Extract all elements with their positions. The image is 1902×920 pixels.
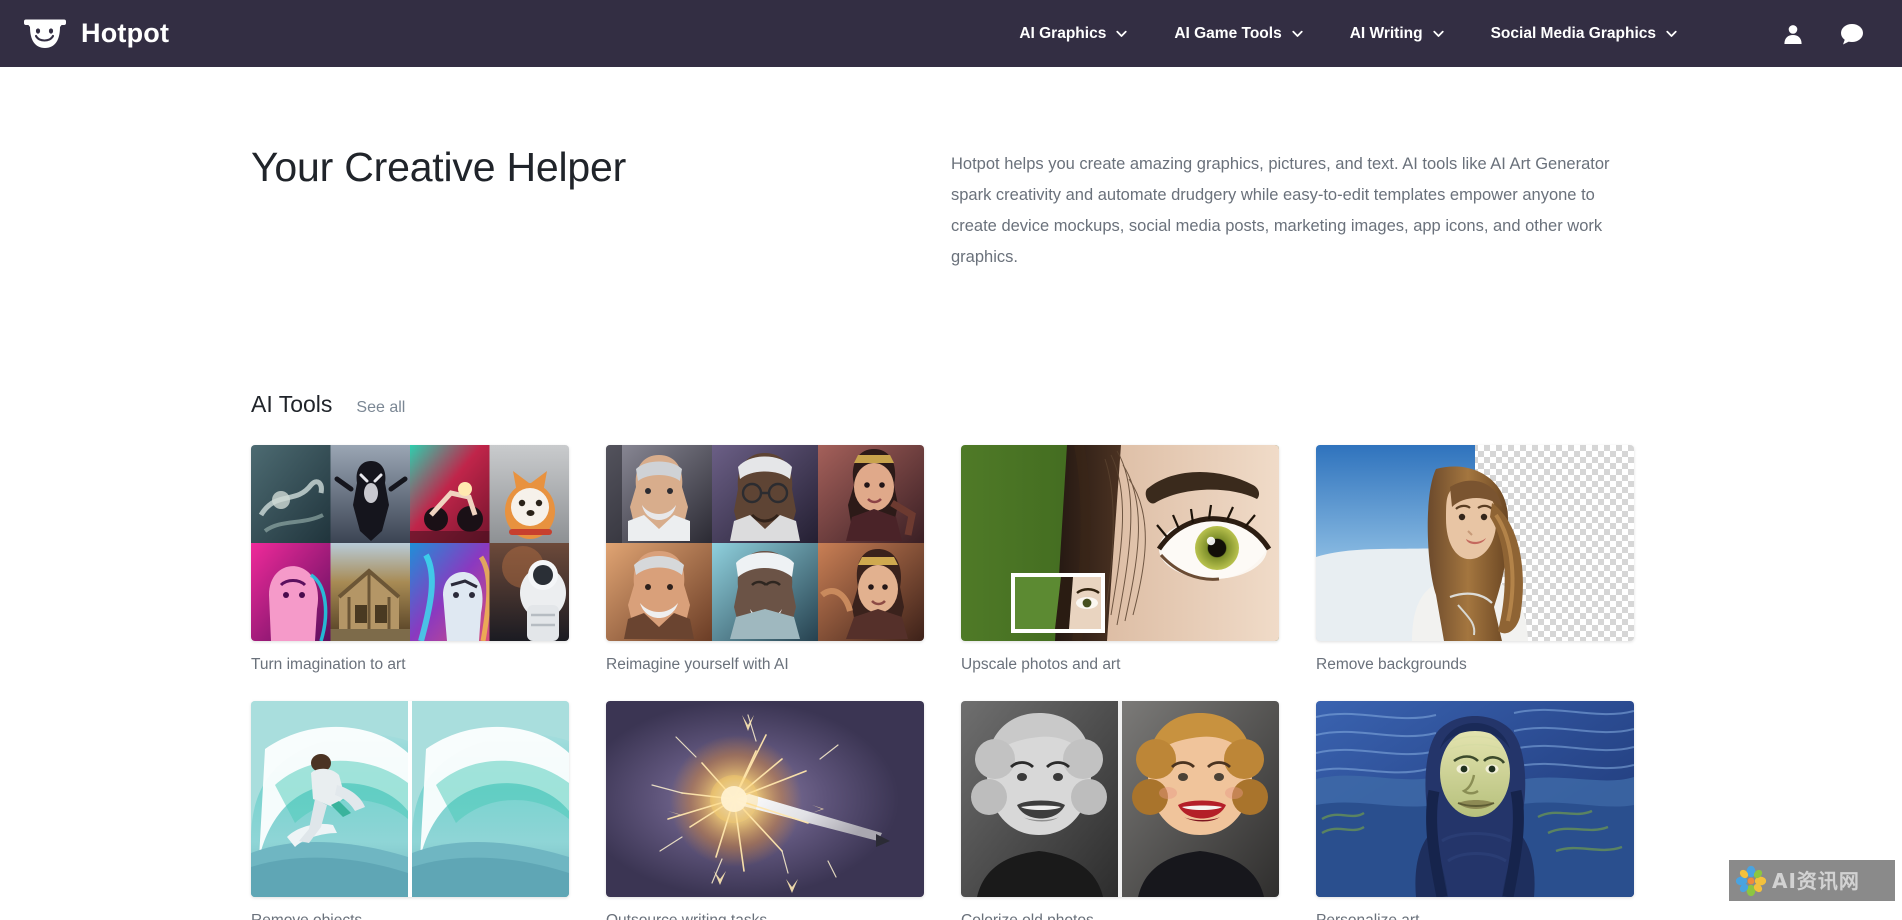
- tool-caption: Reimagine yourself with AI: [606, 656, 789, 674]
- hero-section: Your Creative Helper Hotpot helps you cr…: [251, 67, 1902, 273]
- tool-card-reimagine-yourself-with-ai[interactable]: Reimagine yourself with AI: [606, 445, 924, 674]
- tool-caption: Upscale photos and art: [961, 656, 1121, 674]
- page-content: Your Creative Helper Hotpot helps you cr…: [0, 67, 1902, 920]
- chevron-down-icon: [1291, 27, 1304, 40]
- account-icon[interactable]: [1782, 23, 1804, 45]
- watermark: AI资讯网: [1729, 860, 1895, 901]
- nav-item-ai-game-tools[interactable]: AI Game Tools: [1174, 25, 1303, 43]
- eye-upscale-thumbnail: [961, 445, 1279, 642]
- tool-card-remove-backgrounds[interactable]: Remove backgrounds: [1316, 445, 1634, 674]
- chevron-down-icon: [1432, 27, 1445, 40]
- tool-card-colorize-old-photos[interactable]: Colorize old photos: [961, 701, 1279, 920]
- pinwheel-flower-icon: [1735, 865, 1767, 896]
- nav-item-label: AI Writing: [1349, 24, 1423, 42]
- tool-card-turn-imagination-to-art[interactable]: Turn imagination to art: [251, 445, 569, 674]
- tool-caption: Remove backgrounds: [1316, 656, 1467, 674]
- page-title: Your Creative Helper: [251, 144, 627, 190]
- nav-item-label: AI Graphics: [1019, 24, 1107, 42]
- ai-tools-section-header: AI Tools See all: [251, 391, 1902, 418]
- tool-caption: Turn imagination to art: [251, 656, 406, 674]
- top-navigation-bar: Hotpot AI Graphics AI Game Tools AI Writ…: [0, 0, 1902, 67]
- ai-art-grid-thumbnail: [251, 445, 569, 642]
- nav-item-social-media-graphics[interactable]: Social Media Graphics: [1491, 25, 1678, 43]
- tool-caption: Colorize old photos: [961, 912, 1279, 920]
- nav-menu: AI Graphics AI Game Tools AI Writing Soc…: [1019, 23, 1864, 45]
- tool-caption: Remove objects: [251, 912, 569, 920]
- tool-caption: Outsource writing tasks: [606, 912, 924, 920]
- chevron-down-icon: [1665, 27, 1678, 40]
- nav-item-ai-writing[interactable]: AI Writing: [1350, 25, 1445, 43]
- colorize-portrait-thumbnail: [961, 701, 1279, 898]
- watermark-text: AI资讯网: [1772, 868, 1860, 893]
- background-remover-thumbnail: [1316, 445, 1634, 642]
- hero-description: Hotpot helps you create amazing graphics…: [951, 155, 1610, 267]
- nav-item-label: Social Media Graphics: [1490, 24, 1656, 42]
- chevron-down-icon: [1115, 27, 1128, 40]
- see-all-link[interactable]: See all: [356, 399, 405, 417]
- brand-logo-link[interactable]: Hotpot: [22, 16, 169, 52]
- sparking-pen-thumbnail: [606, 701, 924, 898]
- tool-card-outsource-writing-tasks[interactable]: Outsource writing tasks: [606, 701, 924, 920]
- brand-name: Hotpot: [81, 18, 170, 48]
- tool-caption: Personalize art: [1316, 912, 1634, 920]
- tool-card-remove-objects[interactable]: Remove objects: [251, 701, 569, 920]
- tool-card-upscale-photos-and-art[interactable]: Upscale photos and art: [961, 445, 1279, 674]
- nav-item-label: AI Game Tools: [1174, 24, 1282, 42]
- hotpot-smiling-pot-icon: [22, 16, 68, 52]
- nav-icon-group: [1782, 23, 1864, 45]
- chat-bubble-icon[interactable]: [1840, 23, 1864, 45]
- van-gogh-mona-lisa-thumbnail: [1316, 701, 1634, 898]
- ai-portraits-grid-thumbnail: [606, 445, 924, 642]
- tool-card-personalize-art[interactable]: Personalize art: [1316, 701, 1634, 920]
- ai-tools-grid: Turn imagination to art Reimagine yourse…: [251, 445, 1902, 920]
- nav-item-ai-graphics[interactable]: AI Graphics: [1019, 25, 1128, 43]
- section-title: AI Tools: [251, 391, 333, 418]
- object-remover-surfer-thumbnail: [251, 701, 569, 898]
